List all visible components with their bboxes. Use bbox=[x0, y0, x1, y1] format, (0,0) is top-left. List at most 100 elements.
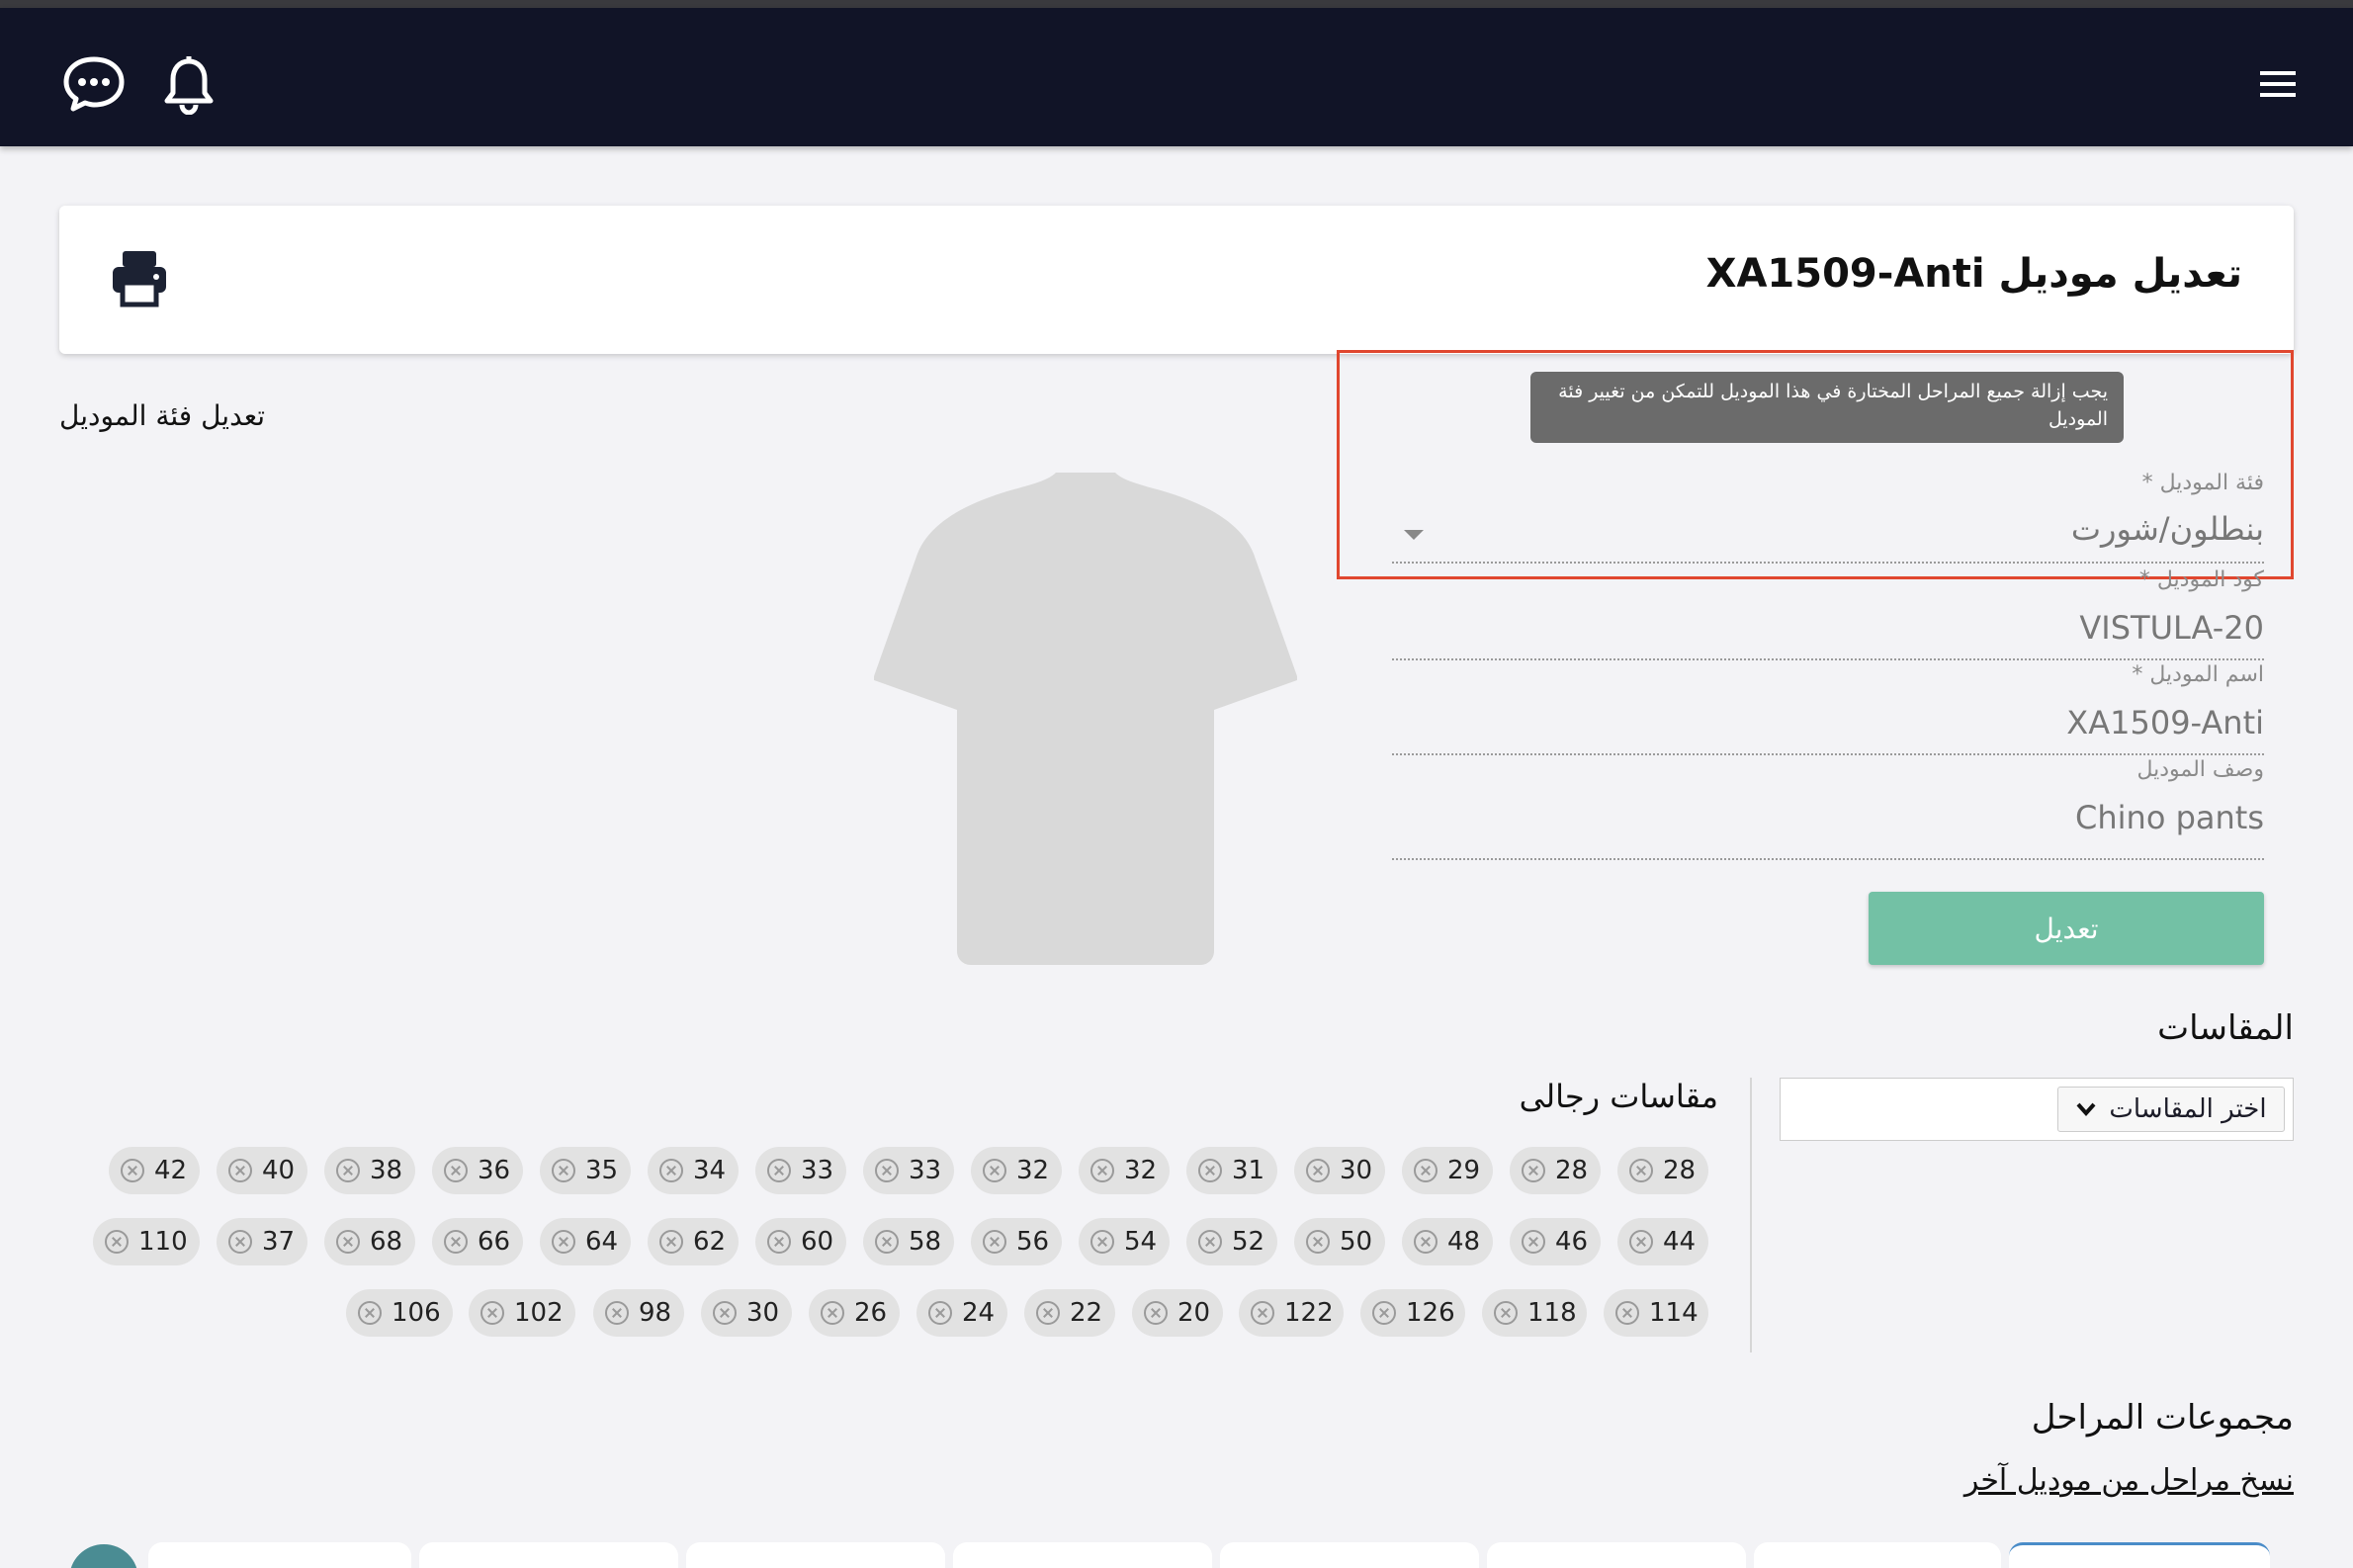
remove-icon[interactable] bbox=[444, 1230, 468, 1254]
remove-icon[interactable] bbox=[821, 1301, 844, 1325]
remove-icon[interactable] bbox=[1306, 1230, 1330, 1254]
remove-icon[interactable] bbox=[1090, 1230, 1114, 1254]
size-chip[interactable]: 22 bbox=[1024, 1289, 1115, 1337]
size-chip[interactable]: 36 bbox=[432, 1147, 523, 1194]
size-chip[interactable]: 68 bbox=[324, 1218, 415, 1265]
bell-icon[interactable] bbox=[162, 55, 216, 115]
sizes-select-button[interactable]: اختر المقاسات bbox=[2057, 1087, 2285, 1132]
hamburger-menu-icon[interactable] bbox=[2244, 59, 2308, 109]
size-chip[interactable]: 126 bbox=[1360, 1289, 1465, 1337]
remove-icon[interactable] bbox=[1198, 1159, 1222, 1182]
size-chip[interactable]: 40 bbox=[217, 1147, 307, 1194]
size-chip[interactable]: 118 bbox=[1482, 1289, 1587, 1337]
size-chip[interactable]: 52 bbox=[1186, 1218, 1277, 1265]
size-chip[interactable]: 56 bbox=[971, 1218, 1062, 1265]
size-chip[interactable]: 114 bbox=[1604, 1289, 1708, 1337]
sizes-select[interactable]: اختر المقاسات bbox=[1780, 1078, 2294, 1141]
copy-stages-link[interactable]: نسخ مراحل من موديل آخر bbox=[1964, 1463, 2294, 1498]
category-field[interactable]: فئة الموديل * بنطلون/شورت bbox=[1392, 469, 2264, 564]
size-chip[interactable]: 64 bbox=[540, 1218, 631, 1265]
remove-icon[interactable] bbox=[228, 1159, 252, 1182]
remove-icon[interactable] bbox=[480, 1301, 504, 1325]
size-chip[interactable]: 31 bbox=[1186, 1147, 1277, 1194]
size-chip[interactable]: 58 bbox=[863, 1218, 954, 1265]
remove-icon[interactable] bbox=[358, 1301, 382, 1325]
size-chip[interactable]: 42 bbox=[109, 1147, 200, 1194]
remove-icon[interactable] bbox=[1306, 1159, 1330, 1182]
size-chip[interactable]: 102 bbox=[469, 1289, 575, 1337]
remove-icon[interactable] bbox=[1036, 1301, 1060, 1325]
model-description-field[interactable]: وصف الموديل Chino pants bbox=[1392, 757, 2264, 860]
size-chip[interactable]: 60 bbox=[755, 1218, 846, 1265]
remove-icon[interactable] bbox=[1090, 1159, 1114, 1182]
stage-tab[interactable] bbox=[419, 1542, 678, 1568]
size-chip[interactable]: 35 bbox=[540, 1147, 631, 1194]
remove-icon[interactable] bbox=[1629, 1230, 1653, 1254]
model-name-field[interactable]: اسم الموديل * XA1509-Anti bbox=[1392, 662, 2264, 755]
remove-icon[interactable] bbox=[1414, 1159, 1438, 1182]
chevron-down-icon[interactable] bbox=[1404, 530, 1424, 540]
size-chip[interactable]: 33 bbox=[755, 1147, 846, 1194]
stage-tab[interactable] bbox=[148, 1542, 411, 1568]
remove-icon[interactable] bbox=[105, 1230, 129, 1254]
size-chip[interactable]: 32 bbox=[1079, 1147, 1170, 1194]
size-chip[interactable]: 33 bbox=[863, 1147, 954, 1194]
remove-icon[interactable] bbox=[1198, 1230, 1222, 1254]
size-chip[interactable]: 20 bbox=[1132, 1289, 1223, 1337]
size-chip[interactable]: 66 bbox=[432, 1218, 523, 1265]
chat-bubble-icon[interactable] bbox=[61, 53, 127, 115]
stage-tab[interactable] bbox=[1487, 1542, 1746, 1568]
remove-icon[interactable] bbox=[444, 1159, 468, 1182]
remove-icon[interactable] bbox=[552, 1159, 575, 1182]
size-chip[interactable]: 29 bbox=[1402, 1147, 1493, 1194]
size-chip[interactable]: 24 bbox=[916, 1289, 1007, 1337]
remove-icon[interactable] bbox=[552, 1230, 575, 1254]
size-chip[interactable]: 37 bbox=[217, 1218, 307, 1265]
remove-icon[interactable] bbox=[713, 1301, 737, 1325]
size-chip[interactable]: 34 bbox=[648, 1147, 739, 1194]
size-chip[interactable]: 54 bbox=[1079, 1218, 1170, 1265]
size-chip[interactable]: 48 bbox=[1402, 1218, 1493, 1265]
stage-tab[interactable] bbox=[1220, 1542, 1479, 1568]
size-chip[interactable]: 30 bbox=[701, 1289, 792, 1337]
stage-tab[interactable] bbox=[953, 1542, 1212, 1568]
size-chip[interactable]: 62 bbox=[648, 1218, 739, 1265]
remove-icon[interactable] bbox=[767, 1230, 791, 1254]
remove-icon[interactable] bbox=[659, 1230, 683, 1254]
remove-icon[interactable] bbox=[1372, 1301, 1396, 1325]
size-chip[interactable]: 38 bbox=[324, 1147, 415, 1194]
remove-icon[interactable] bbox=[228, 1230, 252, 1254]
size-chip[interactable]: 110 bbox=[93, 1218, 200, 1265]
size-chip[interactable]: 44 bbox=[1617, 1218, 1708, 1265]
submit-button[interactable]: تعديل bbox=[1869, 892, 2264, 965]
remove-icon[interactable] bbox=[875, 1230, 899, 1254]
size-chip[interactable]: 98 bbox=[593, 1289, 684, 1337]
size-chip[interactable]: 106 bbox=[346, 1289, 453, 1337]
remove-icon[interactable] bbox=[1251, 1301, 1274, 1325]
remove-icon[interactable] bbox=[336, 1230, 360, 1254]
remove-icon[interactable] bbox=[659, 1159, 683, 1182]
stage-tab[interactable] bbox=[1754, 1542, 2001, 1568]
remove-icon[interactable] bbox=[121, 1159, 144, 1182]
printer-icon[interactable] bbox=[109, 247, 170, 308]
remove-icon[interactable] bbox=[1615, 1301, 1639, 1325]
remove-icon[interactable] bbox=[1522, 1230, 1545, 1254]
remove-icon[interactable] bbox=[336, 1159, 360, 1182]
remove-icon[interactable] bbox=[1414, 1230, 1438, 1254]
size-chip[interactable]: 26 bbox=[809, 1289, 900, 1337]
edit-category-link[interactable]: تعديل فئة الموديل bbox=[59, 399, 265, 432]
stage-tab[interactable] bbox=[686, 1542, 945, 1568]
size-chip[interactable]: 122 bbox=[1239, 1289, 1344, 1337]
add-button[interactable] bbox=[69, 1544, 138, 1568]
remove-icon[interactable] bbox=[983, 1230, 1006, 1254]
remove-icon[interactable] bbox=[875, 1159, 899, 1182]
remove-icon[interactable] bbox=[983, 1159, 1006, 1182]
stage-tab-active[interactable] bbox=[2009, 1542, 2270, 1568]
remove-icon[interactable] bbox=[1629, 1159, 1653, 1182]
model-code-field[interactable]: كود الموديل * VISTULA-20 bbox=[1392, 567, 2264, 660]
size-chip[interactable]: 28 bbox=[1617, 1147, 1708, 1194]
size-chip[interactable]: 30 bbox=[1294, 1147, 1385, 1194]
size-chip[interactable]: 32 bbox=[971, 1147, 1062, 1194]
remove-icon[interactable] bbox=[1494, 1301, 1518, 1325]
remove-icon[interactable] bbox=[767, 1159, 791, 1182]
